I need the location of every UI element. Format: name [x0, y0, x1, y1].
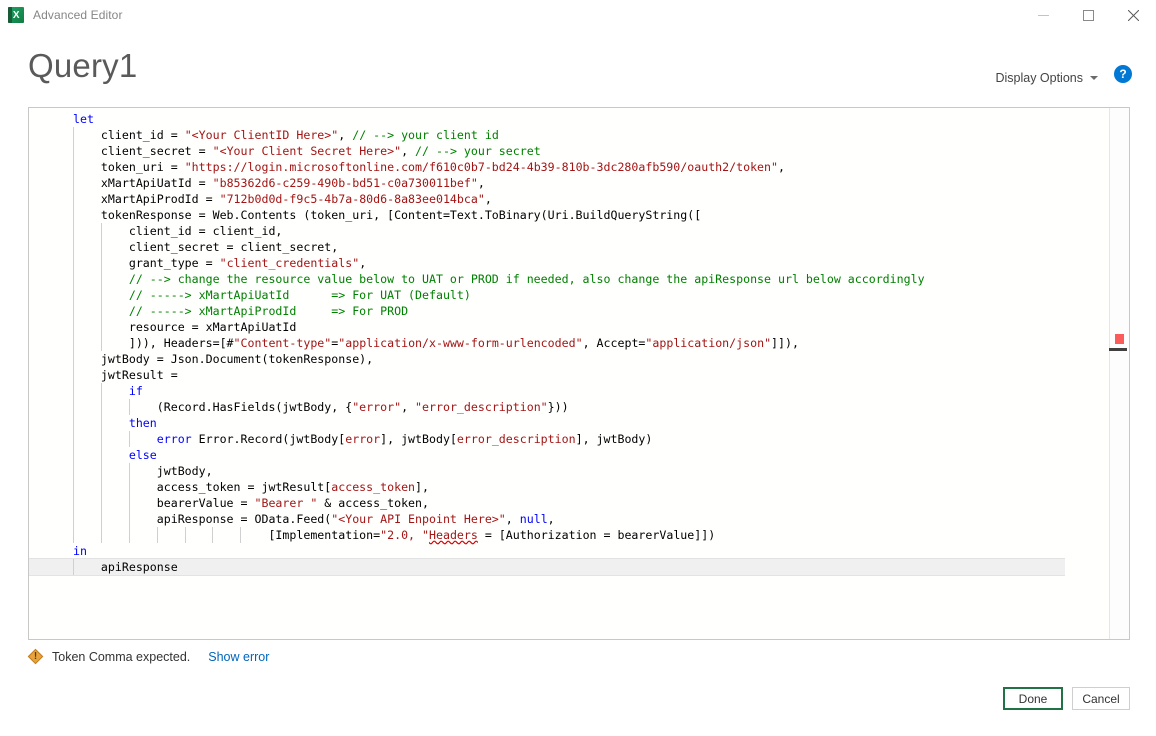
code-line[interactable]: jwtBody, — [29, 463, 1109, 479]
code-line[interactable]: (Record.HasFields(jwtBody, {"error", "er… — [29, 399, 1109, 415]
code-line[interactable]: tokenResponse = Web.Contents (token_uri,… — [29, 207, 1109, 223]
maximize-icon[interactable] — [1066, 0, 1111, 30]
footer-buttons: Done Cancel — [1003, 687, 1130, 710]
code-line[interactable]: // -----> xMartApiUatId => For UAT (Defa… — [29, 287, 1109, 303]
code-line[interactable]: xMartApiUatId = "b85362d6-c259-490b-bd51… — [29, 175, 1109, 191]
code-line[interactable]: apiResponse = OData.Feed("<Your API Enpo… — [29, 511, 1109, 527]
code-line[interactable]: client_id = "<Your ClientID Here>", // -… — [29, 127, 1109, 143]
code-line[interactable]: jwtResult = — [29, 367, 1109, 383]
code-line[interactable]: client_secret = client_secret, — [29, 239, 1109, 255]
code-line[interactable]: jwtBody = Json.Document(tokenResponse), — [29, 351, 1109, 367]
excel-icon: X — [8, 7, 24, 23]
code-line[interactable]: client_secret = "<Your Client Secret Her… — [29, 143, 1109, 159]
code-content[interactable]: let client_id = "<Your ClientID Here>", … — [29, 108, 1109, 576]
code-line[interactable]: [Implementation="2.0, "Headers = [Author… — [29, 527, 1109, 543]
code-line[interactable]: then — [29, 415, 1109, 431]
close-icon[interactable] — [1111, 0, 1156, 30]
header: Query1 Display Options ? — [0, 30, 1156, 102]
help-icon[interactable]: ? — [1114, 65, 1132, 83]
code-line[interactable]: access_token = jwtResult[access_token], — [29, 479, 1109, 495]
page-title: Query1 — [28, 47, 138, 84]
code-line[interactable]: xMartApiProdId = "712b0d0d-f9c5-4b7a-80d… — [29, 191, 1109, 207]
code-line[interactable]: in — [29, 543, 1109, 559]
code-line[interactable]: error Error.Record(jwtBody[error], jwtBo… — [29, 431, 1109, 447]
chevron-down-icon — [1090, 76, 1098, 80]
title-bar: X Advanced Editor — [0, 0, 1156, 30]
code-line[interactable]: apiResponse — [29, 558, 1065, 576]
display-options-button[interactable]: Display Options — [995, 71, 1098, 85]
code-line[interactable]: bearerValue = "Bearer " & access_token, — [29, 495, 1109, 511]
code-editor[interactable]: let client_id = "<Your ClientID Here>", … — [28, 107, 1130, 640]
cancel-button[interactable]: Cancel — [1072, 687, 1130, 710]
error-marker-icon[interactable] — [1115, 334, 1124, 344]
show-error-link[interactable]: Show error — [208, 650, 269, 664]
warning-icon: ! — [27, 648, 44, 665]
code-line[interactable]: if — [29, 383, 1109, 399]
code-line[interactable]: grant_type = "client_credentials", — [29, 255, 1109, 271]
code-line[interactable]: resource = xMartApiUatId — [29, 319, 1109, 335]
code-line[interactable]: ])), Headers=[#"Content-type"="applicati… — [29, 335, 1109, 351]
code-editor-viewport[interactable]: let client_id = "<Your ClientID Here>", … — [29, 108, 1109, 639]
window-title: Advanced Editor — [33, 8, 123, 22]
editor-vertical-scrollbar[interactable] — [1109, 108, 1129, 639]
code-line[interactable]: // --> change the resource value below t… — [29, 271, 1109, 287]
code-line[interactable]: else — [29, 447, 1109, 463]
code-line[interactable]: client_id = client_id, — [29, 223, 1109, 239]
code-line[interactable]: // -----> xMartApiProdId => For PROD — [29, 303, 1109, 319]
error-position-line — [1109, 348, 1127, 351]
done-button[interactable]: Done — [1003, 687, 1063, 710]
code-line[interactable]: token_uri = "https://login.microsoftonli… — [29, 159, 1109, 175]
code-line[interactable]: let — [29, 111, 1109, 127]
status-row: ! Token Comma expected. Show error — [27, 648, 269, 665]
display-options-label: Display Options — [995, 71, 1083, 85]
window-controls — [1021, 0, 1156, 30]
minimize-icon[interactable] — [1021, 0, 1066, 30]
error-message: Token Comma expected. — [52, 649, 191, 664]
